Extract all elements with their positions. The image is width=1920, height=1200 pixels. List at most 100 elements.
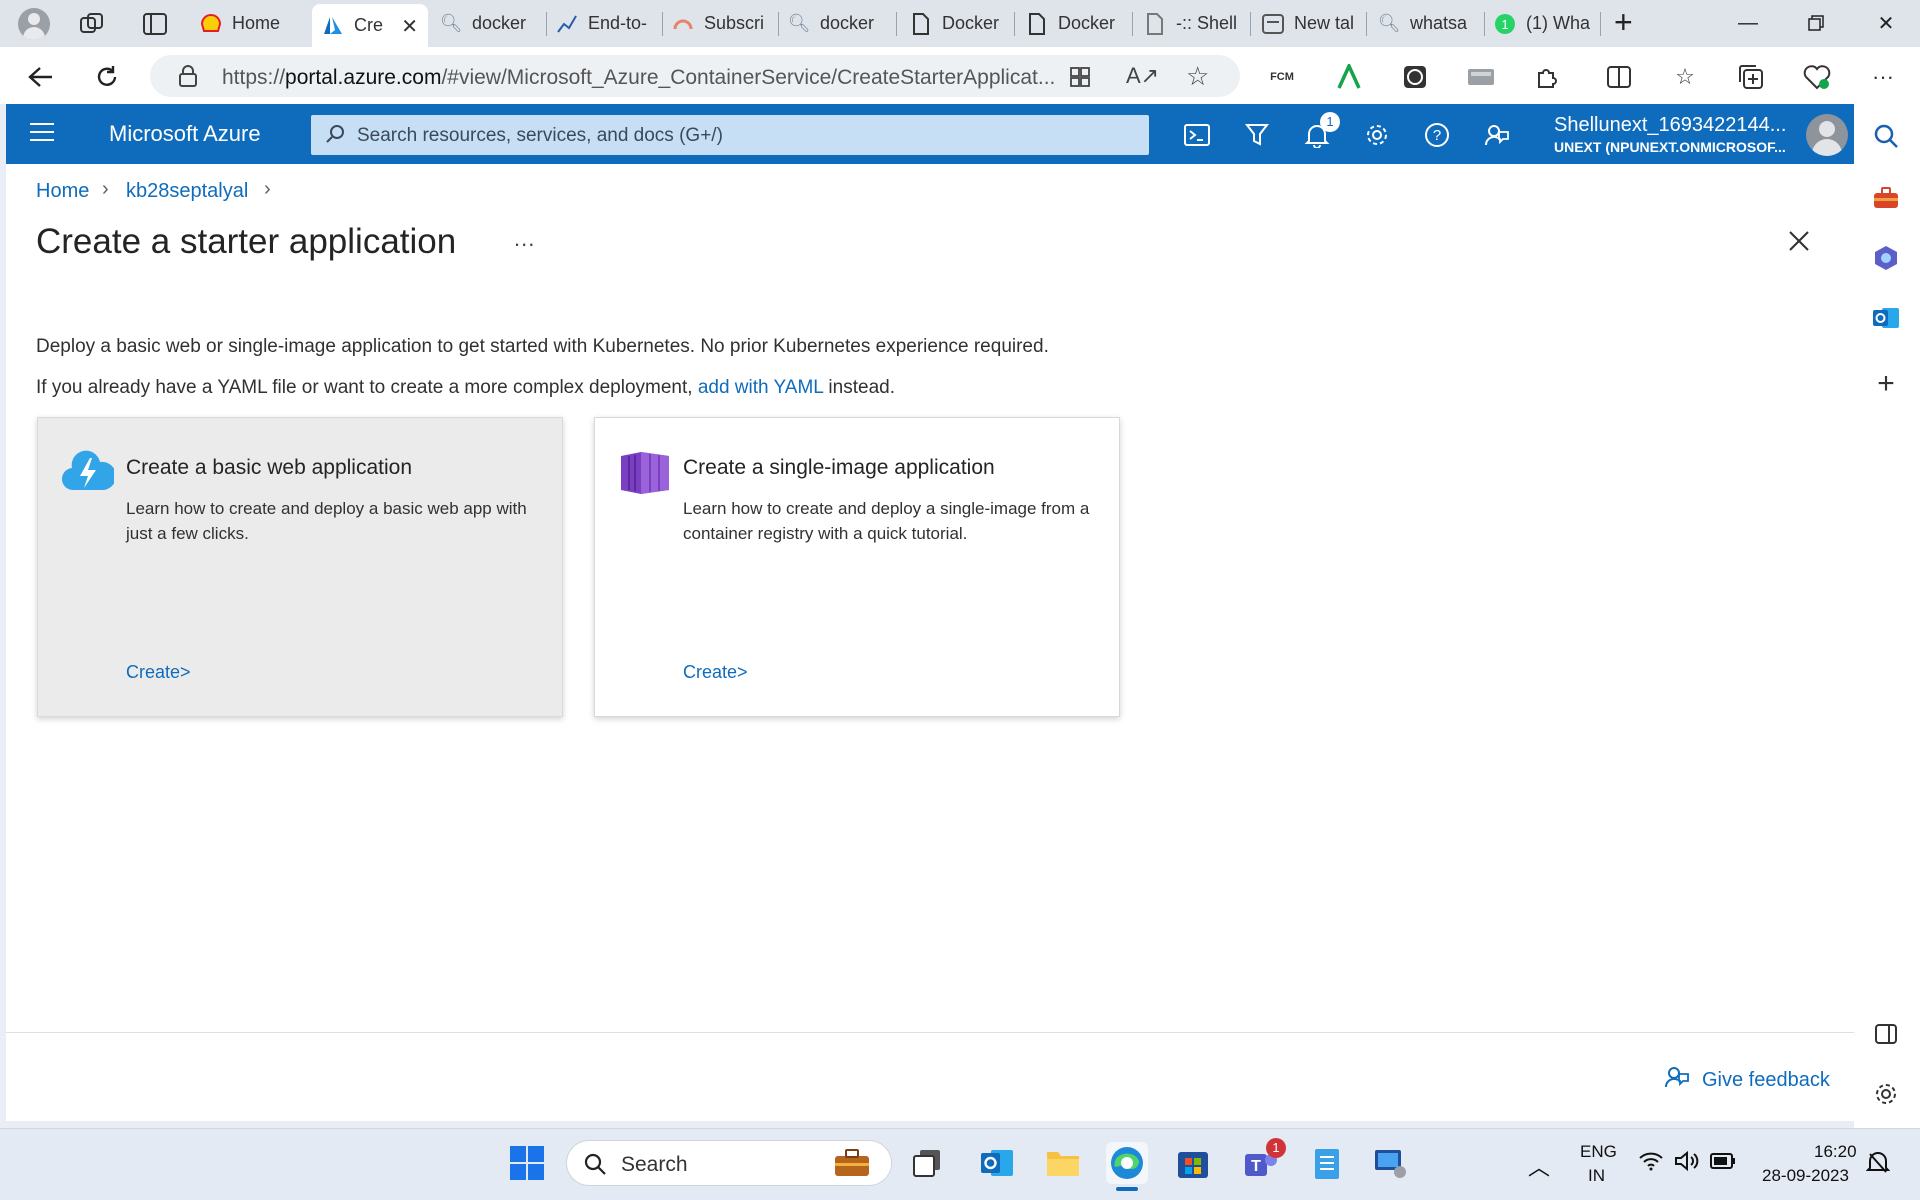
directory-filter-icon[interactable] [1240,118,1274,152]
add-sidebar-app-icon[interactable]: + [1870,367,1902,400]
tab-whatsapp-search[interactable]: 🔍︎ whatsa [1378,6,1482,41]
favorites-icon[interactable]: ☆ [1670,62,1700,92]
sidebar-settings-icon[interactable] [1870,1078,1902,1110]
remote-desktop-icon[interactable] [1370,1142,1412,1184]
add-with-yaml-link[interactable]: add with YAML [698,377,823,398]
grammar-extension-icon[interactable] [1334,62,1364,92]
portal-menu-icon[interactable] [30,123,54,143]
create-single-image-app-link[interactable]: Create> [683,662,748,683]
feedback-icon [1664,1064,1690,1096]
edge-taskbar-icon[interactable] [1106,1142,1148,1184]
account-name[interactable]: Shellunext_1693422144... [1554,114,1786,137]
tab-create-starter[interactable]: Cre ✕ [312,4,428,47]
clock-date[interactable]: 28-09-2023 [1762,1166,1849,1186]
profile-icon[interactable] [18,8,50,40]
new-tab-button[interactable]: + [1614,4,1633,41]
favorite-star-icon[interactable]: ☆ [1186,61,1209,92]
notepad-icon[interactable] [1306,1142,1348,1184]
create-basic-web-app-link[interactable]: Create> [126,662,191,683]
more-options-button[interactable]: ... [514,226,535,252]
extensions-icon[interactable] [1532,62,1562,92]
single-image-app-card[interactable]: Create a single-image application Learn … [594,417,1120,717]
tab-shell[interactable]: -:: Shell [1144,6,1248,41]
settings-more-icon[interactable]: ··· [1868,62,1898,92]
cloud-shell-icon[interactable] [1180,118,1214,152]
collections-icon[interactable] [1736,62,1766,92]
lock-icon[interactable] [178,64,198,93]
account-extension-icon[interactable] [1400,62,1430,92]
minimize-button[interactable]: — [1728,8,1768,38]
help-icon[interactable]: ? [1420,118,1454,152]
show-hidden-icons[interactable]: ︿ [1528,1150,1550,1182]
battery-icon[interactable] [1710,1152,1736,1175]
address-bar[interactable]: https://portal.azure.com/#view/Microsoft… [150,55,1240,97]
start-button-icon[interactable] [506,1142,548,1184]
svg-text:?: ? [1433,127,1441,144]
avatar[interactable] [1806,114,1848,156]
tab-docker-1[interactable]: Docker [910,6,1014,41]
search-icon: 🔍︎ [440,13,463,33]
outlook-taskbar-icon[interactable] [976,1142,1018,1184]
azure-brand[interactable]: Microsoft Azure [109,121,261,147]
read-aloud-icon[interactable]: A↗ [1126,63,1159,89]
teams-icon[interactable]: T 1 [1240,1138,1286,1184]
account-directory[interactable]: UNEXT (NPUNEXT.ONMICROSOF... [1554,139,1786,155]
fcm-extension-icon[interactable]: FCM [1268,62,1296,92]
page-icon [910,12,932,35]
url-text: https://portal.azure.com/#view/Microsoft… [222,66,1055,90]
notifications-icon[interactable]: 1 [1300,112,1340,152]
wifi-icon[interactable] [1638,1150,1664,1177]
split-screen-icon[interactable] [1604,62,1634,92]
outlook-icon[interactable] [1870,302,1902,334]
hide-sidebar-icon[interactable] [1870,1018,1902,1050]
language-top[interactable]: ENG [1580,1142,1617,1162]
tools-briefcase-icon[interactable] [1870,182,1902,214]
close-tab-icon[interactable]: ✕ [401,14,418,39]
breadcrumb-home[interactable]: Home [36,180,89,203]
tab-label: Home [232,13,281,33]
volume-icon[interactable] [1674,1150,1700,1177]
blade-footer [6,1033,1854,1121]
taskbar-search-input[interactable]: Search [566,1140,892,1186]
svg-text:1: 1 [1501,17,1508,32]
tab-subscription[interactable]: Subscri [672,6,776,41]
screen-extension-icon[interactable] [1466,62,1496,92]
search-icon[interactable] [1870,120,1902,152]
tab-actions-icon[interactable] [141,10,169,38]
settings-gear-icon[interactable] [1360,118,1394,152]
workspaces-icon[interactable] [78,10,106,38]
svg-text:T: T [1251,1158,1261,1175]
tab-docker-search[interactable]: 🔍︎ docker [440,6,544,41]
tab-whatsapp[interactable]: 1 (1) Wha [1494,6,1598,41]
url-host: portal.azure.com [285,66,442,89]
shell-icon [200,13,222,35]
back-icon[interactable] [26,62,56,92]
refresh-icon[interactable] [92,62,122,92]
task-view-icon[interactable] [906,1142,948,1184]
browser-essentials-icon[interactable] [1802,62,1832,92]
search-placeholder: Search resources, services, and docs (G+… [357,125,723,146]
tab-home[interactable]: Home [200,6,312,41]
tab-docker-2[interactable]: Docker [1026,6,1130,41]
close-window-button[interactable]: ✕ [1866,8,1906,38]
global-search-input[interactable]: Search resources, services, and docs (G+… [311,115,1149,155]
store-icon[interactable] [1172,1142,1214,1184]
clock-time[interactable]: 16:20 [1814,1142,1857,1162]
close-blade-button[interactable] [1786,228,1812,254]
give-feedback-button[interactable]: Give feedback [1664,1064,1830,1096]
copilot-icon[interactable] [1870,242,1902,274]
notification-center-icon[interactable] [1865,1150,1891,1181]
breadcrumb-resource[interactable]: kb28septalyal [126,180,248,203]
tab-docker-search-2[interactable]: 🔍︎ docker [788,6,892,41]
tab-separator [662,12,663,36]
file-explorer-icon[interactable] [1042,1142,1084,1184]
language-bottom[interactable]: IN [1588,1166,1605,1186]
basic-web-app-card[interactable]: Create a basic web application Learn how… [37,417,563,717]
newtab-icon [1262,13,1284,35]
app-available-icon[interactable] [1068,65,1092,94]
feedback-icon[interactable] [1480,118,1514,152]
arc-icon [672,13,694,35]
restore-button[interactable] [1796,8,1836,38]
tab-end-to-end[interactable]: End-to- [556,6,660,41]
tab-new-tab[interactable]: New tal [1262,6,1366,41]
